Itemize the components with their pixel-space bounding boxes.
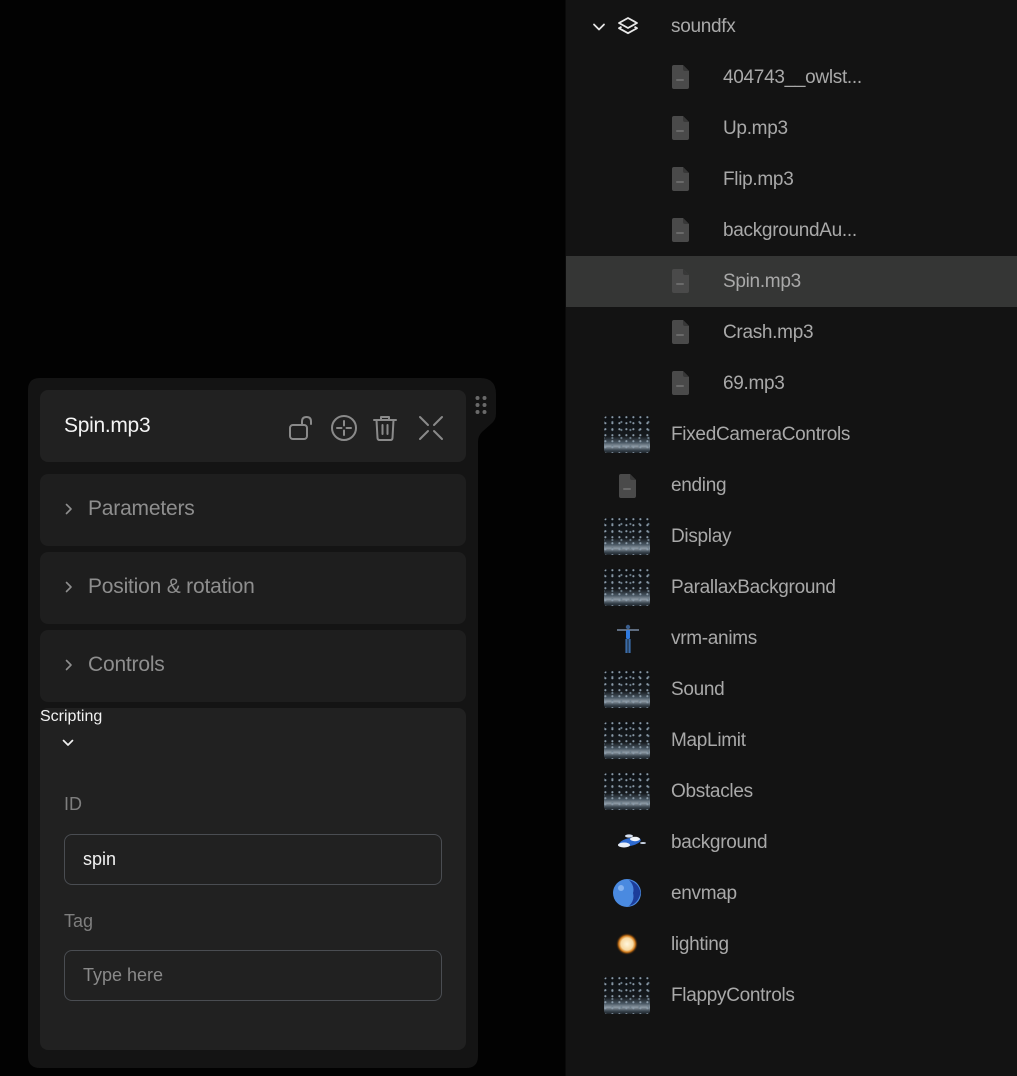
- inspector-header: Spin.mp3: [40, 390, 466, 462]
- clouds-thumbnail: [618, 834, 646, 848]
- tree-item[interactable]: MapLimit: [566, 715, 1017, 766]
- tree-item[interactable]: envmap: [566, 868, 1017, 919]
- id-input[interactable]: [64, 834, 442, 885]
- section-scripting-header[interactable]: Scripting: [40, 708, 466, 780]
- tag-label: Tag: [64, 911, 94, 931]
- chevron-down-icon[interactable]: [591, 19, 607, 35]
- audio-file-icon: [672, 269, 689, 293]
- tag-input[interactable]: [64, 950, 442, 1001]
- tree-item-label: Obstacles: [671, 780, 753, 802]
- chevron-right-icon: [65, 503, 72, 515]
- chevron-down-icon: [62, 739, 74, 746]
- audio-file-icon: [672, 167, 689, 191]
- audio-file-icon: [672, 320, 689, 344]
- tree-item-label: Sound: [671, 678, 725, 700]
- audio-file-icon: [672, 371, 689, 395]
- audio-file-icon: [672, 65, 689, 89]
- tree-item[interactable]: lighting: [566, 919, 1017, 970]
- tree-item[interactable]: Display: [566, 511, 1017, 562]
- tree-item[interactable]: Up.mp3: [566, 103, 1017, 154]
- tree-item-label: ending: [671, 474, 727, 496]
- unlock-icon[interactable]: [286, 413, 316, 443]
- scene-thumbnail: [604, 773, 650, 810]
- tree-item[interactable]: vrm-anims: [566, 613, 1017, 664]
- tree-item-label: Display: [671, 525, 732, 547]
- tree-item-label: Crash.mp3: [723, 321, 814, 343]
- tree-item[interactable]: FixedCameraControls: [566, 409, 1017, 460]
- audio-file-icon: [672, 116, 689, 140]
- tree-item[interactable]: Sound: [566, 664, 1017, 715]
- tree-item-label: vrm-anims: [671, 627, 757, 649]
- audio-file-icon: [619, 474, 636, 498]
- tree-item[interactable]: ParallaxBackground: [566, 562, 1017, 613]
- tree-folder-soundfx[interactable]: soundfx: [566, 1, 1017, 52]
- trash-icon[interactable]: [370, 413, 400, 443]
- tree-item-label: lighting: [671, 933, 729, 955]
- drag-handle-icon[interactable]: [474, 395, 488, 417]
- inspector-title: Spin.mp3: [64, 414, 151, 437]
- tree-item[interactable]: FlappyControls: [566, 970, 1017, 1021]
- tree-item-label: MapLimit: [671, 729, 746, 751]
- section-position-rotation[interactable]: Position & rotation: [40, 552, 466, 624]
- audio-file-icon: [672, 218, 689, 242]
- tree-item-label: ParallaxBackground: [671, 576, 836, 598]
- tree-item-label: Up.mp3: [723, 117, 788, 139]
- scene-thumbnail: [604, 518, 650, 555]
- tree-item-label: FixedCameraControls: [671, 423, 851, 445]
- tree-folder-label: soundfx: [671, 15, 736, 37]
- tree-item[interactable]: Flip.mp3: [566, 154, 1017, 205]
- tree-item-label: 404743__owlst...: [723, 66, 862, 88]
- avatar-model-thumbnail: [617, 624, 639, 653]
- tree-item[interactable]: backgroundAu...: [566, 205, 1017, 256]
- scene-thumbnail: [604, 416, 650, 453]
- chevron-right-icon: [65, 659, 72, 671]
- tree-item[interactable]: Spin.mp3: [566, 256, 1017, 307]
- tree-item-label: 69.mp3: [723, 372, 785, 394]
- tree-item-label: background: [671, 831, 768, 853]
- scene-hierarchy-panel: soundfx 404743__owlst... Up.mp3 Flip.mp3…: [565, 0, 1017, 1076]
- id-label: ID: [64, 794, 82, 814]
- section-parameters[interactable]: Parameters: [40, 474, 466, 546]
- globe-thumbnail: [613, 879, 641, 907]
- tree-item[interactable]: 404743__owlst...: [566, 52, 1017, 103]
- tree-item-label: Spin.mp3: [723, 270, 801, 292]
- tree-item[interactable]: Crash.mp3: [566, 307, 1017, 358]
- collapse-icon[interactable]: [416, 413, 446, 443]
- crosshair-icon[interactable]: [329, 413, 359, 443]
- tree-item[interactable]: Obstacles: [566, 766, 1017, 817]
- tree-item[interactable]: 69.mp3: [566, 358, 1017, 409]
- scene-thumbnail: [604, 569, 650, 606]
- tree-item-label: Flip.mp3: [723, 168, 794, 190]
- tree-item-label: FlappyControls: [671, 984, 795, 1006]
- section-label: Scripting: [40, 708, 103, 725]
- scene-thumbnail: [604, 722, 650, 759]
- section-label: Parameters: [88, 497, 195, 520]
- sun-thumbnail: [616, 933, 638, 955]
- tree-item[interactable]: ending: [566, 460, 1017, 511]
- inspector-panel: Spin.mp3 Parameters Position & rotation …: [28, 378, 496, 1068]
- scene-thumbnail: [604, 671, 650, 708]
- tree-item[interactable]: background: [566, 817, 1017, 868]
- chevron-right-icon: [65, 581, 72, 593]
- tree-item-label: backgroundAu...: [723, 219, 857, 241]
- layers-icon: [618, 17, 638, 35]
- section-label: Position & rotation: [88, 575, 255, 598]
- tree-item-label: envmap: [671, 882, 737, 904]
- section-controls[interactable]: Controls: [40, 630, 466, 702]
- section-scripting: Scripting ID Tag: [40, 708, 466, 1050]
- section-label: Controls: [88, 653, 165, 676]
- scene-thumbnail: [604, 977, 650, 1014]
